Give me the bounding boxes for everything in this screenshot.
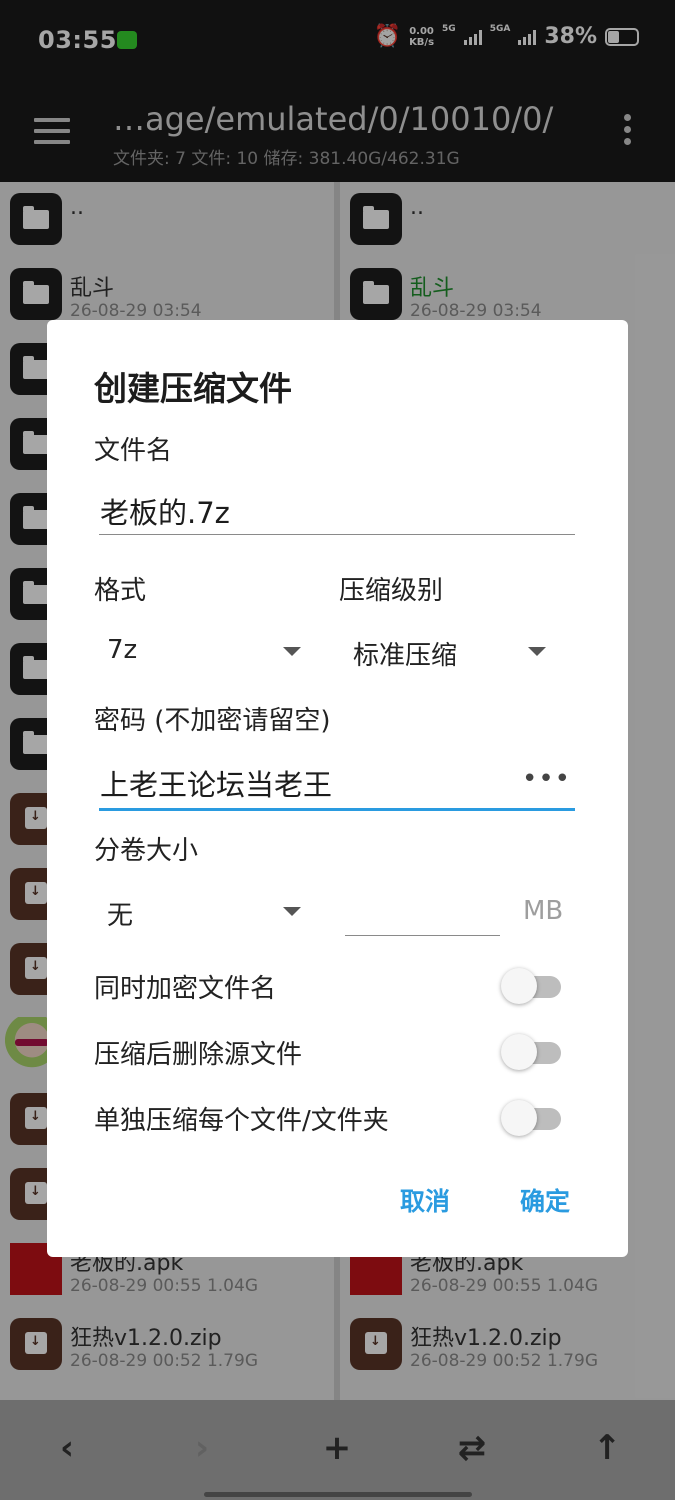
volume-unit: MB (523, 896, 564, 926)
cancel-button[interactable]: 取消 (400, 1182, 450, 1218)
level-label: 压缩级别 (339, 576, 444, 606)
level-select[interactable]: 标准压缩 (339, 620, 559, 680)
separate-archive-label: 单独压缩每个文件/文件夹 (94, 1106, 389, 1136)
volume-label: 分卷大小 (94, 836, 199, 866)
delete-source-toggle[interactable] (501, 1034, 563, 1070)
filename-value: 老板的.7z (100, 496, 230, 530)
volume-value: 无 (107, 901, 134, 931)
dialog-title: 创建压缩文件 (94, 369, 292, 408)
ok-button[interactable]: 确定 (520, 1182, 570, 1218)
password-visibility-icon[interactable]: ••• (522, 764, 571, 794)
level-value: 标准压缩 (353, 641, 458, 671)
chevron-down-icon (283, 907, 301, 916)
separate-archive-toggle[interactable] (501, 1100, 563, 1136)
chevron-down-icon (283, 647, 301, 656)
delete-source-label: 压缩后删除源文件 (94, 1040, 303, 1070)
volume-select[interactable]: 无 (94, 880, 309, 940)
password-value: 上老王论坛当老王 (100, 768, 333, 802)
encrypt-names-label: 同时加密文件名 (94, 974, 277, 1004)
format-select[interactable]: 7z (94, 620, 309, 680)
filename-label: 文件名 (94, 436, 173, 466)
chevron-down-icon (528, 647, 546, 656)
format-value: 7z (107, 635, 138, 665)
password-label: 密码 (不加密请留空) (94, 706, 331, 736)
format-label: 格式 (94, 576, 147, 606)
encrypt-names-toggle[interactable] (501, 968, 563, 1004)
home-indicator[interactable] (204, 1492, 472, 1497)
volume-size-input[interactable] (345, 885, 500, 936)
create-archive-dialog: 创建压缩文件 文件名 老板的.7z 格式 压缩级别 7z 标准压缩 密码 (不加… (47, 320, 628, 1257)
